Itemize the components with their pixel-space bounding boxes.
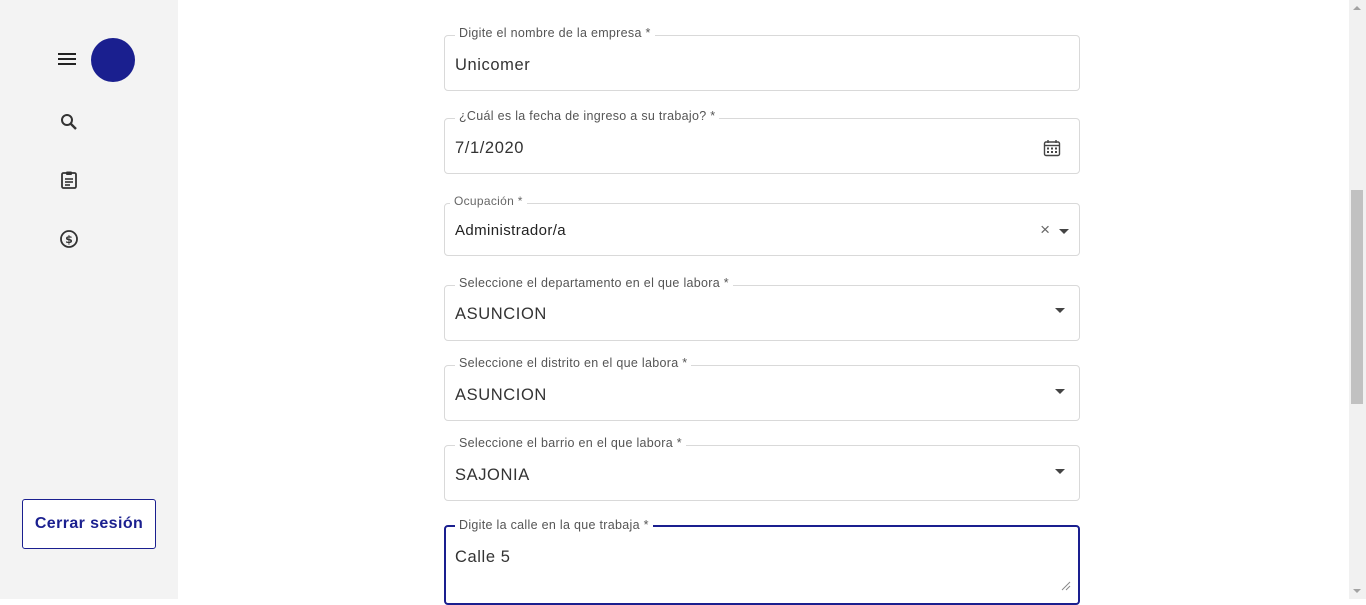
calle-textarea[interactable]: Digite la calle en la que trabaja * Call… xyxy=(444,518,1080,605)
departamento-select[interactable]: Seleccione el departamento en el que lab… xyxy=(444,276,1080,341)
chevron-down-icon[interactable] xyxy=(1055,308,1065,313)
chevron-down-icon[interactable] xyxy=(1055,389,1065,394)
logout-button[interactable]: Cerrar sesión xyxy=(22,499,156,549)
calle-value: Calle 5 xyxy=(455,548,511,566)
calle-label: Digite la calle en la que trabaja * xyxy=(455,518,653,532)
distrito-label: Seleccione el distrito en el que labora … xyxy=(455,356,692,370)
empresa-value: Unicomer xyxy=(455,56,531,74)
search-icon[interactable] xyxy=(55,108,83,136)
sidebar: $ Cerrar sesión xyxy=(0,0,178,599)
avatar[interactable] xyxy=(91,38,135,82)
empresa-field[interactable]: Digite el nombre de la empresa * Unicome… xyxy=(444,26,1080,91)
clipboard-icon[interactable] xyxy=(55,166,83,194)
departamento-label: Seleccione el departamento en el que lab… xyxy=(455,276,733,290)
barrio-select[interactable]: Seleccione el barrio en el que labora * … xyxy=(444,436,1080,501)
menu-icon[interactable] xyxy=(53,45,81,73)
scroll-up-arrow[interactable] xyxy=(1353,6,1361,10)
chevron-down-icon[interactable] xyxy=(1059,229,1069,234)
dollar-icon[interactable]: $ xyxy=(55,225,83,253)
scroll-down-arrow[interactable] xyxy=(1353,589,1361,593)
clear-icon[interactable]: × xyxy=(1040,221,1050,238)
chevron-down-icon[interactable] xyxy=(1055,469,1065,474)
empresa-label: Digite el nombre de la empresa * xyxy=(455,26,655,40)
scrollbar[interactable] xyxy=(1349,0,1366,599)
scroll-thumb[interactable] xyxy=(1351,190,1363,404)
barrio-value: SAJONIA xyxy=(455,466,530,484)
resize-handle-icon[interactable] xyxy=(1061,578,1071,596)
calendar-icon[interactable] xyxy=(1043,139,1061,162)
ocupacion-label: Ocupación * xyxy=(450,194,527,208)
distrito-value: ASUNCION xyxy=(455,386,547,404)
ocupacion-select[interactable]: Ocupación * Administrador/a × xyxy=(444,194,1080,256)
barrio-label: Seleccione el barrio en el que labora * xyxy=(455,436,686,450)
fecha-ingreso-label: ¿Cuál es la fecha de ingreso a su trabaj… xyxy=(455,109,720,123)
fecha-ingreso-value: 7/1/2020 xyxy=(455,139,525,157)
svg-text:$: $ xyxy=(65,233,73,246)
distrito-select[interactable]: Seleccione el distrito en el que labora … xyxy=(444,356,1080,421)
fecha-ingreso-field[interactable]: ¿Cuál es la fecha de ingreso a su trabaj… xyxy=(444,109,1080,174)
departamento-value: ASUNCION xyxy=(455,305,547,323)
ocupacion-value: Administrador/a xyxy=(455,222,567,239)
